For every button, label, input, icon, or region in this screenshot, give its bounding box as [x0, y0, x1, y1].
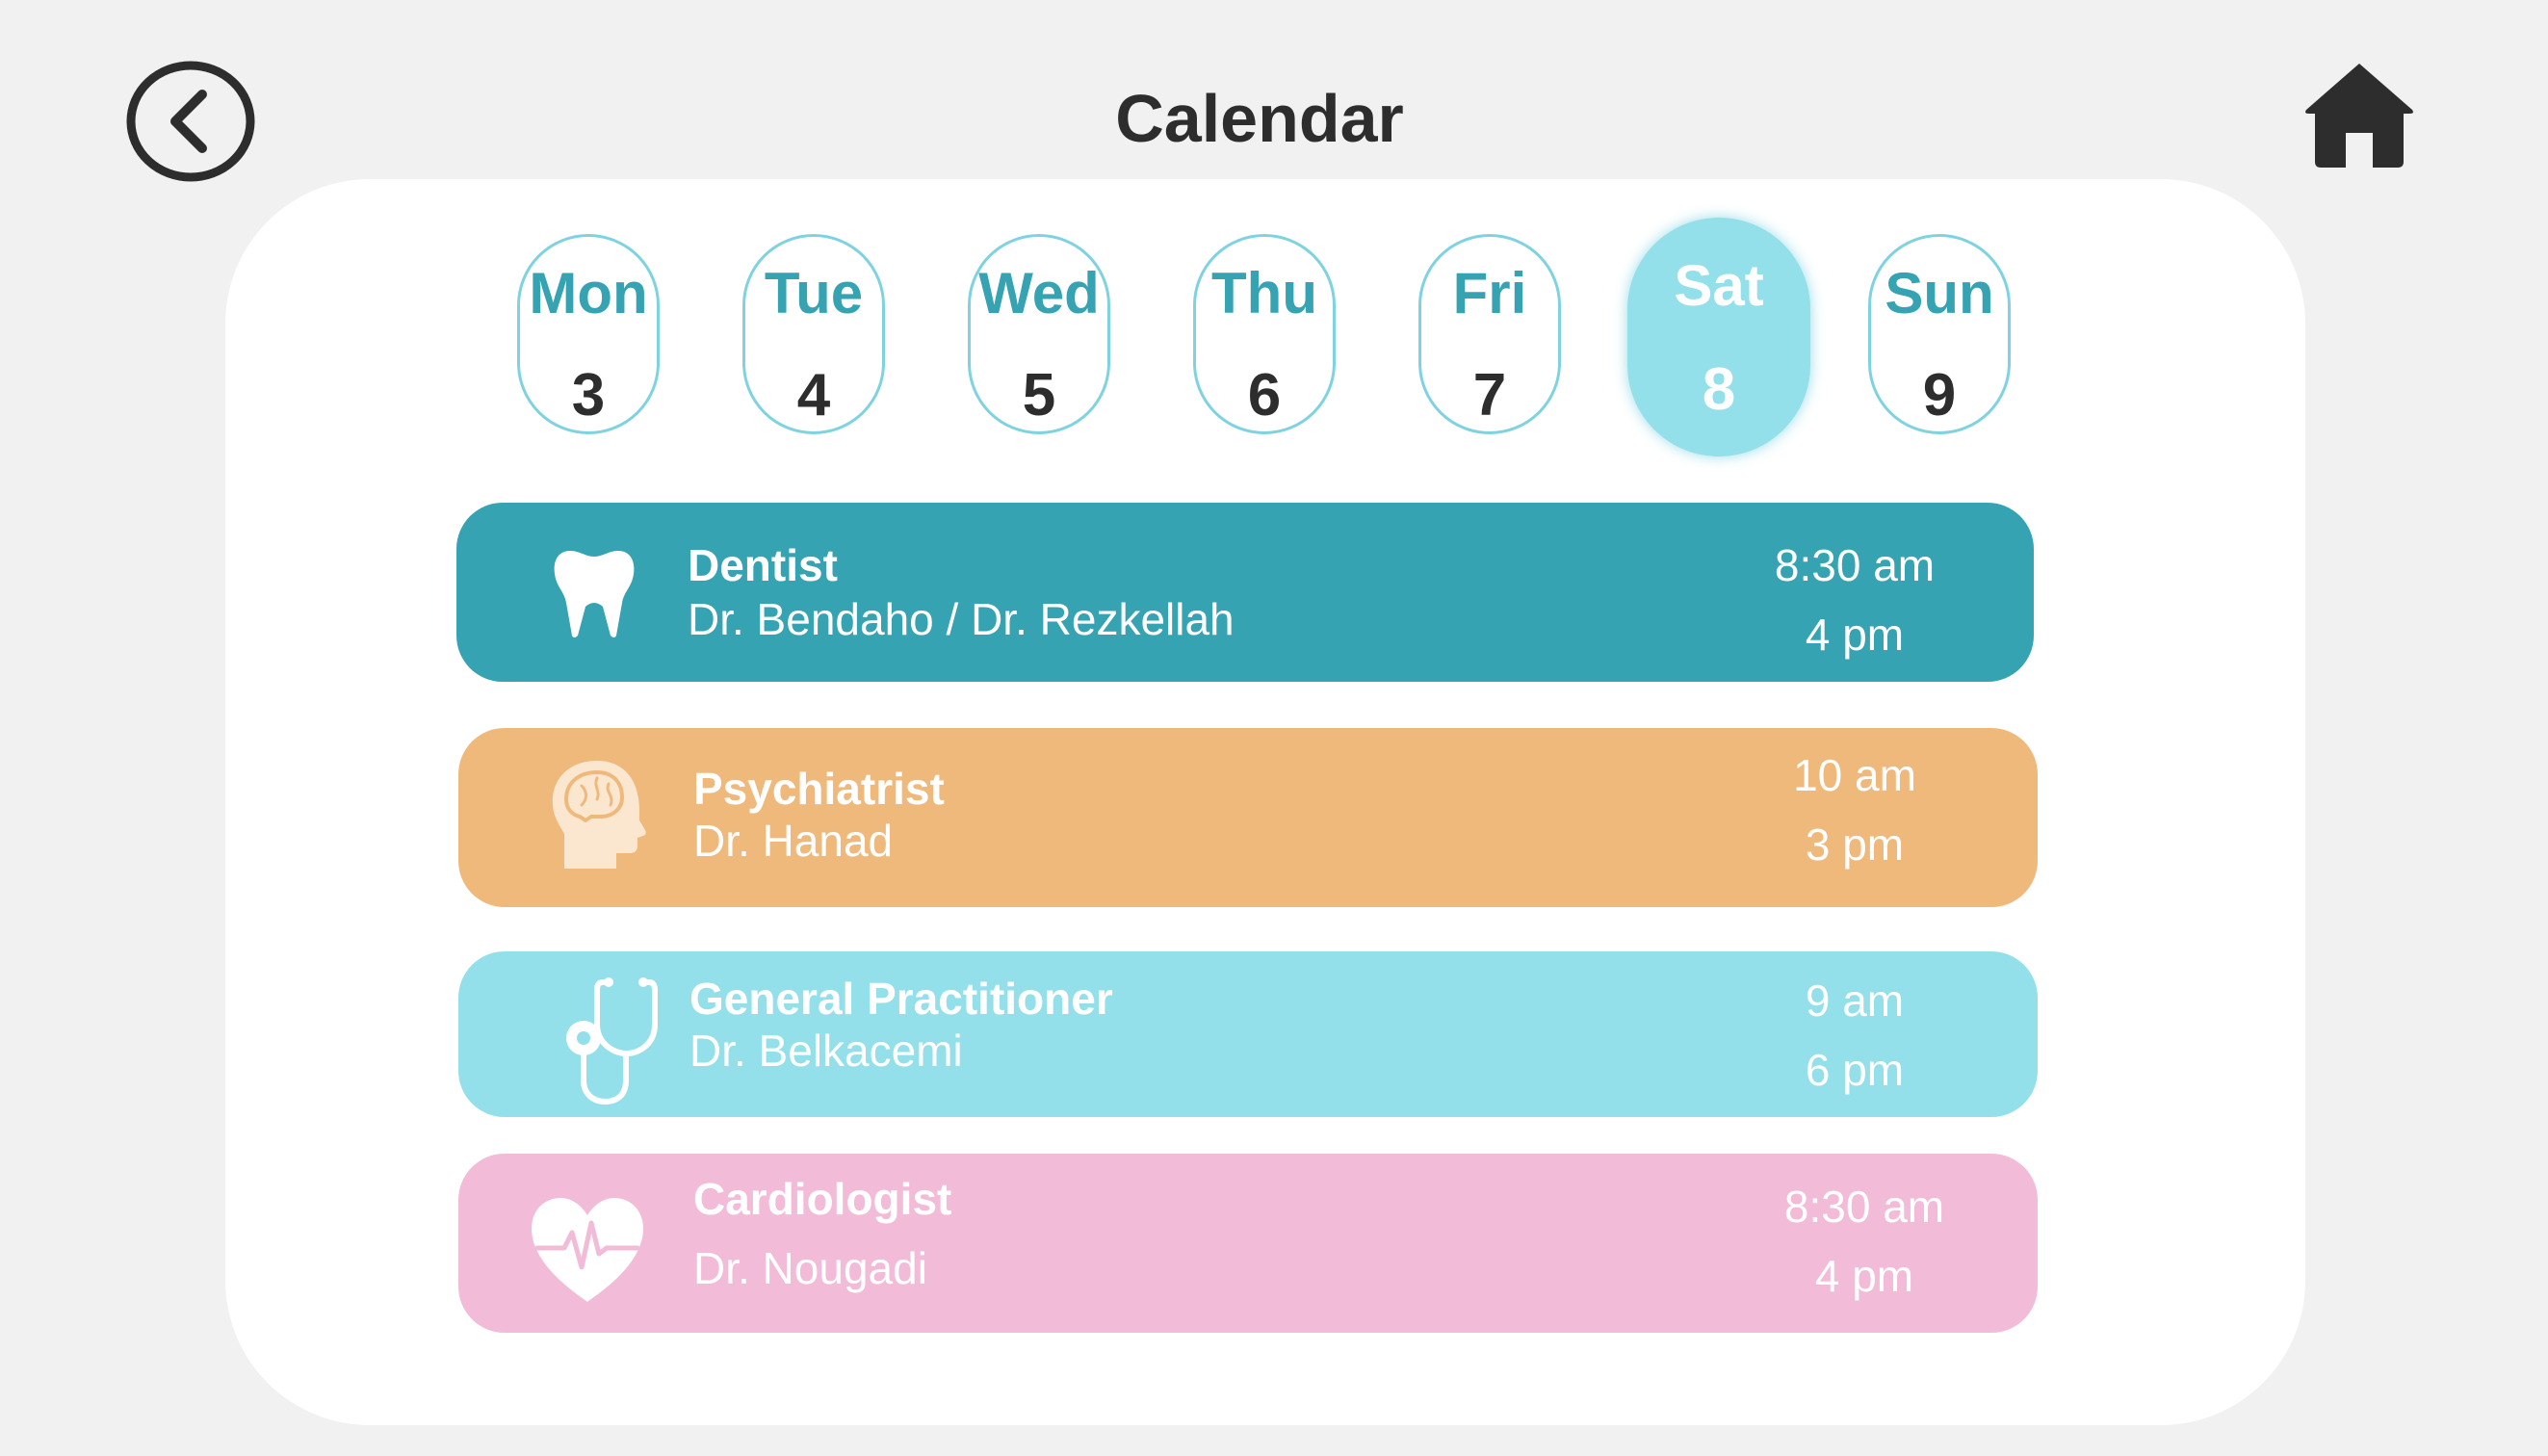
appointment-doctor: Dr. Belkacemi [689, 1026, 963, 1076]
day-date: 8 [1702, 356, 1736, 423]
day-sat[interactable]: Sat 8 [1627, 218, 1810, 456]
appointment-doctor: Dr. Bendaho / Dr. Rezkellah [688, 594, 1235, 644]
appointment-end-time: 4 pm [1805, 610, 1905, 660]
stethoscope-icon [566, 977, 658, 1105]
appointment-specialty: Psychiatrist [693, 764, 945, 814]
appointment-end-time: 3 pm [1805, 819, 1905, 870]
day-date: 5 [1022, 362, 1056, 429]
heart-pulse-icon [532, 1198, 643, 1302]
appointment-start-time: 9 am [1805, 975, 1905, 1026]
appointment-doctor: Dr. Nougadi [693, 1243, 927, 1293]
day-sun[interactable]: Sun 9 [1868, 234, 2011, 434]
appointment-start-time: 10 am [1793, 750, 1916, 800]
day-name: Sat [1674, 253, 1764, 318]
tooth-icon [554, 551, 635, 637]
day-fri[interactable]: Fri 7 [1418, 234, 1561, 434]
home-button[interactable] [2303, 60, 2415, 169]
page-title: Calendar [1115, 81, 1404, 156]
appointment-card-dentist[interactable]: Dentist Dr. Bendaho / Dr. Rezkellah 8:30… [456, 503, 2034, 682]
day-date: 4 [796, 362, 831, 429]
brain-head-icon [552, 761, 646, 869]
day-date: 7 [1472, 362, 1507, 429]
day-name: Thu [1211, 261, 1317, 325]
appointment-card-cardiologist[interactable]: Cardiologist Dr. Nougadi 8:30 am 4 pm [458, 1154, 2038, 1333]
home-icon [2305, 64, 2413, 168]
appointment-end-time: 4 pm [1814, 1251, 1914, 1301]
appointment-card-psychiatrist[interactable]: Psychiatrist Dr. Hanad 10 am 3 pm [458, 728, 2038, 907]
appointment-specialty: Dentist [688, 540, 838, 590]
appointment-specialty: Cardiologist [693, 1174, 952, 1224]
appointment-card-general-practitioner[interactable]: General Practitioner Dr. Belkacemi 9 am … [458, 951, 2038, 1117]
day-name: Mon [529, 261, 648, 325]
appointment-start-time: 8:30 am [1774, 540, 1936, 590]
day-mon[interactable]: Mon 3 [517, 234, 660, 434]
day-name: Fri [1452, 261, 1527, 325]
day-date: 3 [571, 362, 606, 429]
appointment-start-time: 8:30 am [1783, 1182, 1945, 1232]
day-name: Wed [978, 261, 1100, 325]
appointment-doctor: Dr. Hanad [693, 816, 894, 866]
day-date: 9 [1922, 362, 1957, 429]
day-wed[interactable]: Wed 5 [968, 234, 1110, 434]
day-name: Sun [1885, 261, 1994, 325]
appointment-specialty: General Practitioner [689, 974, 1113, 1024]
day-name: Tue [764, 261, 864, 325]
day-date: 6 [1247, 362, 1282, 429]
day-thu[interactable]: Thu 6 [1193, 234, 1336, 434]
day-tue[interactable]: Tue 4 [742, 234, 885, 434]
appointment-end-time: 6 pm [1805, 1045, 1905, 1095]
